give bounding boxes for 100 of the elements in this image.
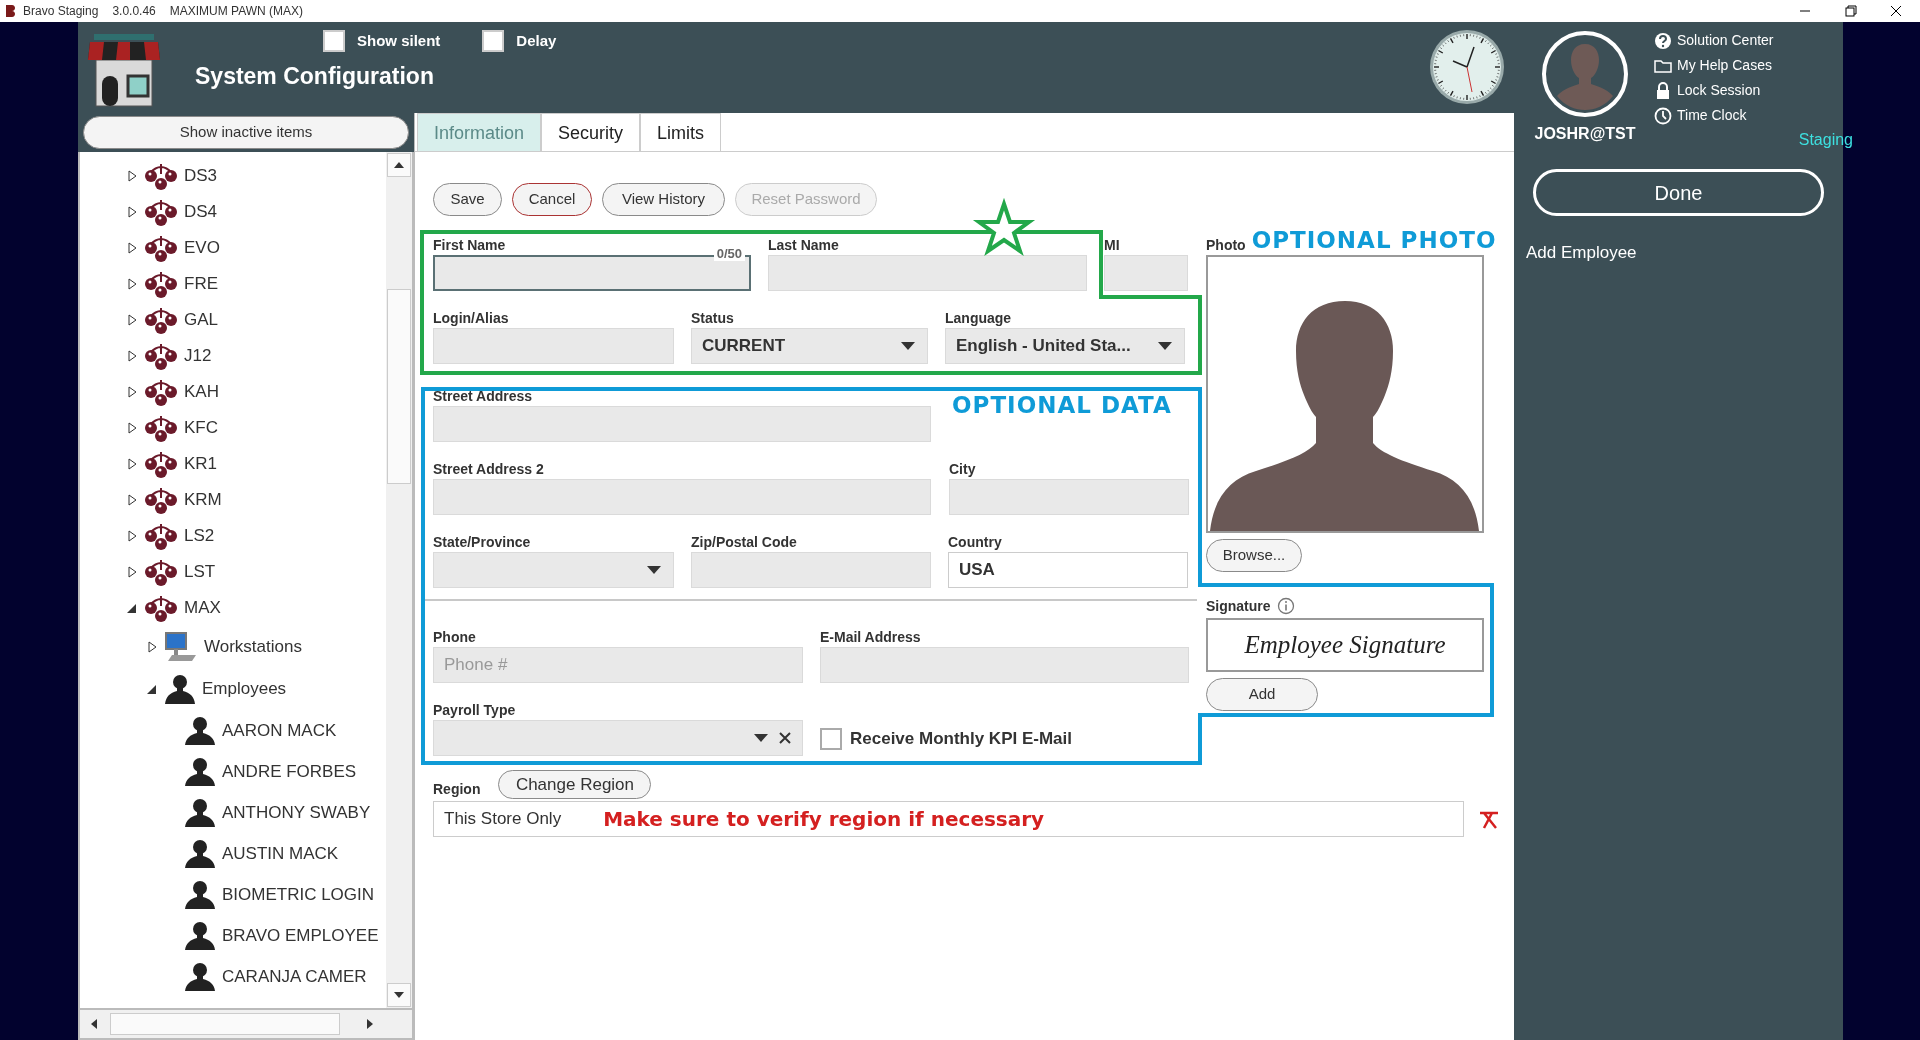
browse-button[interactable]: Browse... [1206, 539, 1302, 572]
three-balls-icon [144, 233, 178, 263]
tree-item[interactable]: ANTHONY SWABY [80, 792, 386, 833]
tree-item[interactable]: BRAVO EMPLOYEE [80, 915, 386, 956]
person-icon [184, 797, 216, 828]
action-button[interactable]: View History [602, 183, 725, 216]
tab[interactable]: Limits [640, 113, 722, 151]
scroll-up-icon[interactable] [387, 153, 411, 177]
field-label: Region [433, 780, 481, 799]
field-label: Payroll Type [433, 701, 516, 720]
change-region-button[interactable]: Change Region [498, 770, 652, 799]
field-label: Signature [1206, 597, 1271, 616]
checkbox-label: Show silent [357, 31, 441, 51]
scrollbar-thumb[interactable] [387, 289, 411, 484]
tree-item[interactable]: KAH [80, 374, 386, 410]
three-balls-icon [144, 161, 178, 191]
tree-item[interactable]: AARON MACK [80, 710, 386, 751]
tree-item[interactable]: Employees [80, 668, 386, 710]
caret-icon [899, 340, 917, 352]
input-field[interactable]: USA [948, 552, 1188, 588]
field-label: Street Address 2 [433, 460, 544, 479]
field-label: Language [945, 309, 1012, 328]
store-icon [86, 32, 162, 108]
field-label: First Name [433, 236, 506, 255]
checkbox[interactable] [820, 728, 842, 750]
tree-item[interactable]: DS4 [80, 194, 386, 230]
caret-icon [752, 732, 770, 744]
scrollbar-thumb[interactable] [110, 1013, 340, 1035]
action-button[interactable]: Cancel [512, 183, 592, 216]
three-balls-icon [144, 521, 178, 551]
done-button[interactable]: Done [1533, 169, 1824, 216]
three-balls-icon [144, 557, 178, 587]
clock-icon [1430, 30, 1506, 106]
person-icon [164, 673, 196, 705]
annotation-text: OPTIONAL PHOTO [1251, 227, 1497, 253]
computer-icon [164, 631, 198, 663]
person-icon [184, 756, 216, 787]
three-balls-icon [144, 305, 178, 335]
field-label: Last Name [768, 236, 839, 255]
tree-item[interactable]: FRE [80, 266, 386, 302]
environment-label: Staging [1798, 130, 1853, 150]
input-field[interactable]: This Store Only Make sure to verify region if necessary [433, 801, 1464, 837]
tree-item[interactable]: Workstations [80, 626, 386, 668]
menu-link[interactable]: My Help Cases [1677, 55, 1772, 76]
tree-item[interactable]: LST [80, 554, 386, 590]
three-balls-icon [144, 341, 178, 371]
tree-item[interactable]: EVO [80, 230, 386, 266]
menu-link[interactable]: Lock Session [1677, 80, 1761, 101]
checkbox[interactable] [482, 30, 505, 53]
person-icon [184, 961, 216, 992]
info-icon[interactable] [1276, 597, 1295, 615]
three-balls-icon [144, 377, 178, 407]
tree-item[interactable]: KR1 [80, 446, 386, 482]
tree-item[interactable]: AUSTIN MACK [80, 833, 386, 874]
caret-icon [645, 564, 663, 576]
three-balls-icon [144, 413, 178, 443]
character-counter: 0/50 [713, 247, 745, 261]
tree-item[interactable]: KFC [80, 410, 386, 446]
annotation-text: Make sure to verify region if necessary [603, 806, 1045, 833]
field-label: Country [948, 533, 1002, 552]
tree-item[interactable]: GAL [80, 302, 386, 338]
three-balls-icon [144, 593, 178, 623]
menu-link[interactable]: Solution Center [1677, 30, 1774, 51]
star-icon [972, 197, 1036, 257]
clear-icon[interactable] [778, 731, 792, 745]
action-button[interactable]: Save [433, 183, 502, 216]
clock-icon [1654, 106, 1672, 125]
field-label: City [949, 460, 976, 479]
tree-item[interactable]: ANDRE FORBES [80, 751, 386, 792]
tree-item[interactable]: BIOMETRIC LOGIN [80, 874, 386, 915]
dropdown[interactable]: English - United Sta... [945, 328, 1185, 364]
field-label: Zip/Postal Code [691, 533, 797, 552]
tree-item[interactable]: J12 [80, 338, 386, 374]
avatar-icon [1541, 30, 1629, 118]
checkbox[interactable] [323, 30, 345, 53]
person-icon [184, 715, 216, 746]
dropdown[interactable]: CURRENT [691, 328, 928, 364]
store-name: MAXIMUM PAWN (MAX) [169, 3, 304, 20]
field-label: E-Mail Address [820, 628, 921, 647]
field-label: Street Address [433, 387, 533, 406]
signature-text: Employee Signature [1244, 630, 1446, 661]
add-button[interactable]: Add [1206, 678, 1318, 711]
tree-item[interactable]: LS2 [80, 518, 386, 554]
tree-item[interactable]: DS3 [80, 158, 386, 194]
tab[interactable]: Security [541, 113, 641, 151]
user-name: JOSHR@TST [1534, 124, 1636, 144]
annotation-text: OPTIONAL DATA [952, 391, 1172, 420]
menu-link[interactable]: Time Clock [1677, 105, 1747, 126]
checkbox-label: Delay [516, 31, 557, 51]
tree-item[interactable]: MAX [80, 590, 386, 626]
field-label: Phone [433, 628, 476, 647]
tree-item[interactable]: CARANJA CAMER [80, 956, 386, 997]
field-label: MI [1104, 236, 1120, 255]
tree-item[interactable]: KRM [80, 482, 386, 518]
app-logo-icon [5, 4, 17, 18]
three-balls-icon [144, 449, 178, 479]
three-balls-icon [144, 485, 178, 515]
scroll-down-icon[interactable] [387, 983, 411, 1007]
help-icon [1654, 31, 1672, 50]
person-icon [184, 920, 216, 951]
